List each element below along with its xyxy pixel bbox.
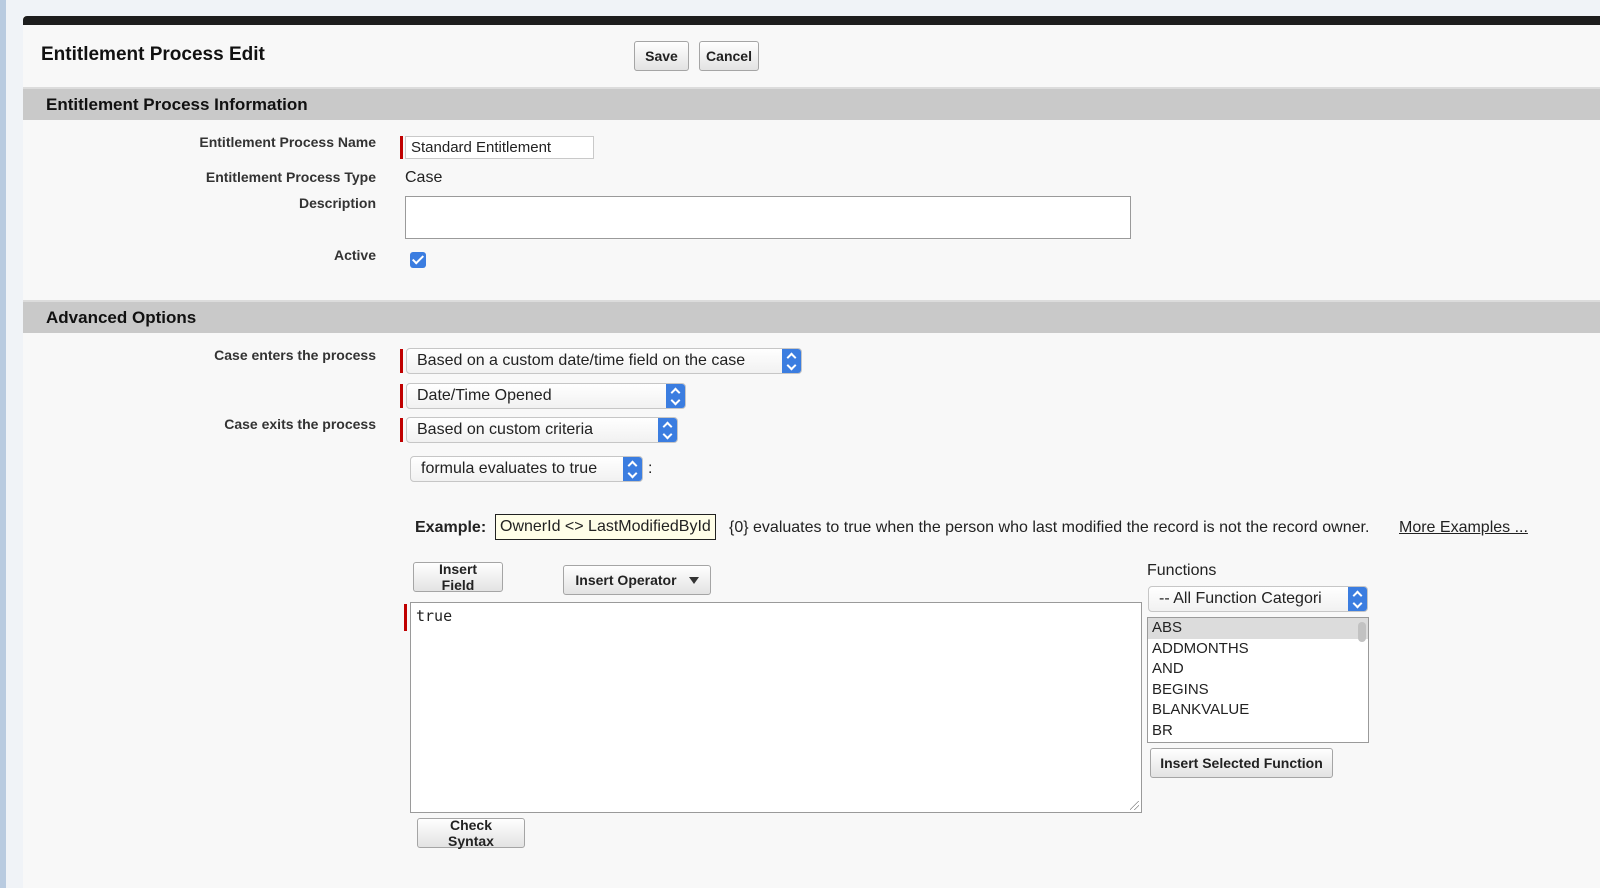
exits-label: Case exits the process <box>224 416 376 432</box>
caret-down-icon <box>688 576 699 584</box>
advanced-section-title: Advanced Options <box>46 308 197 327</box>
enters-select-value: Based on a custom date/time field on the… <box>417 352 746 369</box>
exits-select[interactable]: Based on custom criteria <box>406 417 678 443</box>
select-arrows-icon <box>623 457 642 481</box>
example-description: {0} evaluates to true when the person wh… <box>729 519 1370 536</box>
info-section-header: Entitlement Process Information <box>23 87 1600 120</box>
check-syntax-button[interactable]: Check Syntax <box>417 817 525 849</box>
criteria-select-value: formula evaluates to true <box>421 460 598 477</box>
name-input[interactable] <box>405 136 594 159</box>
select-arrows-icon <box>658 418 677 442</box>
name-label: Entitlement Process Name <box>199 134 376 150</box>
insert-operator-button[interactable]: Insert Operator <box>563 565 711 595</box>
select-arrows-icon <box>1348 587 1367 611</box>
insert-operator-label: Insert Operator <box>575 572 677 588</box>
function-item[interactable]: BR <box>1148 721 1368 742</box>
function-category-select[interactable]: -- All Function Categori <box>1148 586 1368 612</box>
formula-required-indicator <box>404 604 407 631</box>
advanced-section-header: Advanced Options <box>23 300 1600 333</box>
active-label: Active <box>333 247 376 263</box>
more-examples-link[interactable]: More Examples ... <box>1399 519 1528 537</box>
enters-field-select-value: Date/Time Opened <box>417 387 552 404</box>
description-textarea[interactable] <box>405 196 1131 239</box>
name-required-indicator <box>400 136 403 159</box>
entitlement-process-edit-page: Entitlement Process Edit Save Cancel Ent… <box>23 16 1600 888</box>
select-arrows-icon <box>666 384 685 408</box>
cancel-button[interactable]: Cancel <box>699 41 759 71</box>
functions-listbox[interactable]: ABS ADDMONTHS AND BEGINS BLANKVALUE BR <box>1147 617 1369 743</box>
example-formula: OwnerId <> LastModifiedById <box>495 514 716 540</box>
list-scrollbar[interactable] <box>1358 622 1366 642</box>
criteria-suffix: : <box>648 460 653 477</box>
function-item[interactable]: ADDMONTHS <box>1148 639 1368 660</box>
exits-required-indicator <box>400 418 403 442</box>
exits-select-value: Based on custom criteria <box>417 421 594 438</box>
page-title: Entitlement Process Edit <box>41 44 265 65</box>
formula-editor[interactable]: true <box>410 602 1142 813</box>
enters-field-select[interactable]: Date/Time Opened <box>406 383 686 409</box>
info-section-title: Entitlement Process Information <box>46 95 308 114</box>
function-category-value: -- All Function Categori <box>1159 590 1322 607</box>
enters-required-indicator <box>400 349 403 373</box>
type-label: Entitlement Process Type <box>205 169 376 185</box>
top-bar <box>23 16 1600 25</box>
example-label: Example: <box>415 519 487 536</box>
resize-grip-icon[interactable] <box>1130 801 1139 810</box>
function-item[interactable]: BLANKVALUE <box>1148 700 1368 721</box>
insert-field-button[interactable]: Insert Field <box>413 561 503 593</box>
criteria-select[interactable]: formula evaluates to true <box>410 456 643 482</box>
enters-field-required-indicator <box>400 384 403 408</box>
insert-selected-function-button[interactable]: Insert Selected Function <box>1150 748 1333 778</box>
select-arrows-icon <box>782 349 801 373</box>
description-label: Description <box>298 195 376 211</box>
left-edge-strip <box>0 0 6 888</box>
formula-text: true <box>416 607 453 625</box>
active-checkbox[interactable] <box>410 252 426 268</box>
type-value: Case <box>405 169 443 186</box>
function-item[interactable]: AND <box>1148 659 1368 680</box>
function-item[interactable]: BEGINS <box>1148 680 1368 701</box>
save-button[interactable]: Save <box>634 41 689 71</box>
enters-label: Case enters the process <box>214 347 376 363</box>
enters-select[interactable]: Based on a custom date/time field on the… <box>406 348 802 374</box>
function-item[interactable]: ABS <box>1148 618 1368 639</box>
functions-label: Functions <box>1147 562 1217 579</box>
